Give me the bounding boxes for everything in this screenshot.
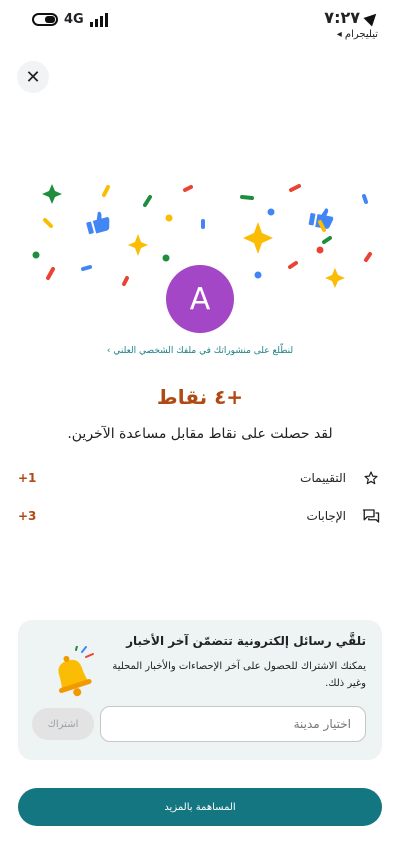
confetti-piece [183, 185, 193, 192]
signal-icon [89, 12, 108, 27]
confetti-piece [362, 194, 368, 204]
newsletter-description: يمكنك الاشتراك للحصول على آخر الإحصاءات … [112, 661, 366, 689]
newsletter-title: تلقَّي رسائل إلكترونية تتضمّن آخر الأخبا… [126, 634, 366, 648]
confetti-piece [162, 254, 170, 262]
breakdown-label: التقييمات [300, 471, 346, 485]
subscribe-button[interactable]: اشتراك [32, 708, 94, 740]
city-select-input[interactable] [100, 706, 366, 742]
thumbs-up-icon [86, 211, 110, 235]
close-button[interactable]: ✕ [17, 61, 49, 93]
breakdown-value: +1 [18, 471, 37, 485]
breakdown-label: الإجابات [306, 509, 346, 523]
points-title: +٤ نقاط [156, 385, 244, 409]
confetti-piece [240, 195, 254, 200]
newsletter-card: تلقَّي رسائل إلكترونية تتضمّن آخر الأخبا… [18, 620, 382, 760]
confetti-piece [165, 214, 173, 222]
confetti-piece [267, 208, 275, 216]
confetti-piece [289, 184, 301, 192]
back-to-app-link[interactable]: ◂ تيليجرام [324, 29, 378, 40]
breakdown-value: +3 [18, 509, 37, 523]
confetti-piece [316, 246, 324, 254]
confetti-piece [288, 261, 298, 269]
public-profile-link[interactable]: لنطّلع على منشوراتك في ملفك الشخصي العلن… [0, 346, 400, 356]
sparkle-icon [243, 222, 273, 254]
confetti-piece [364, 252, 372, 262]
contribute-more-button[interactable]: المساهمة بالمزيد [18, 788, 382, 826]
confetti-piece [32, 251, 40, 259]
confetti-piece [43, 218, 53, 228]
sparkle-icon [128, 234, 148, 256]
status-left: 4G [32, 12, 108, 27]
confetti-piece [143, 195, 152, 207]
points-description: لقد حصلت على نقاط مقابل مساعدة الآخرين. [67, 426, 333, 442]
avatar[interactable]: A [166, 265, 234, 333]
confetti-piece [102, 185, 110, 197]
confetti-piece [322, 236, 332, 244]
star-icon [362, 469, 380, 487]
status-bar: 4G ٧:٢٧ ◂ تيليجرام [0, 0, 400, 50]
status-right: ٧:٢٧ ◂ تيليجرام [324, 8, 381, 40]
bell-icon [58, 646, 94, 697]
location-icon [363, 9, 381, 26]
breakdown-row-ratings: +1 التقييمات [18, 466, 382, 490]
confetti-piece [46, 267, 55, 280]
battery-icon [32, 13, 58, 26]
sparkle-icon [42, 184, 62, 204]
clock: ٧:٢٧ [324, 8, 360, 27]
close-icon: ✕ [25, 66, 41, 88]
answers-icon [362, 507, 380, 525]
network-type: 4G [64, 12, 84, 27]
confetti-piece [254, 271, 262, 279]
confetti-piece [81, 265, 92, 271]
breakdown-row-answers: +3 الإجابات [18, 504, 382, 528]
sparkle-icon [325, 268, 345, 288]
confetti-piece [122, 276, 129, 286]
